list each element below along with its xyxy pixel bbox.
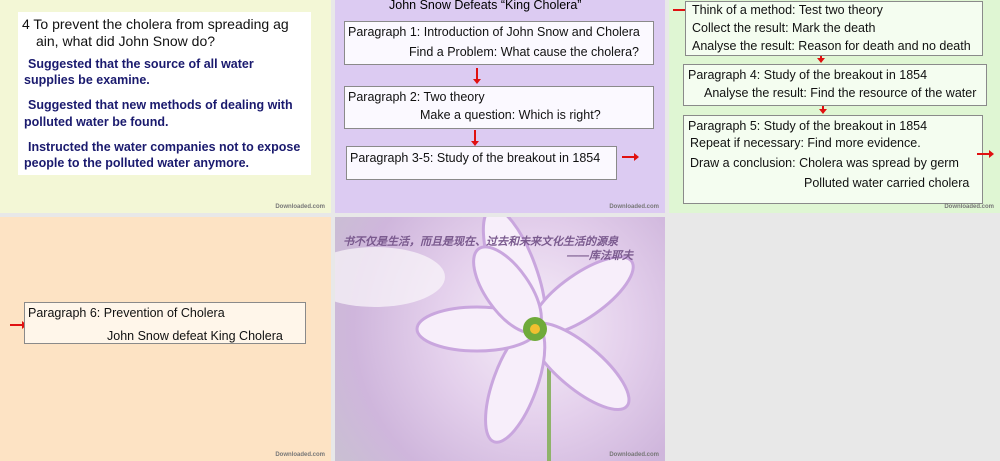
box-text: Paragraph 5: Study of the breakout in 18…: [688, 119, 928, 133]
arrow-right-icon: [622, 153, 639, 161]
flow-box: Paragraph 5: Study of the breakout in 18…: [683, 115, 983, 204]
box-text: Paragraph 6: Prevention of Cholera: [28, 306, 225, 320]
box-text: Analyse the result: Reason for death and…: [692, 39, 971, 53]
arrow-down-icon: [817, 56, 825, 63]
box-text: Polluted water carried cholera: [804, 176, 970, 190]
watermark: Downloaded.com: [275, 204, 325, 210]
box-text: Paragraph 2: Two theory: [348, 90, 485, 104]
arrow-down-icon: [471, 130, 479, 146]
question-line: 4 To prevent the cholera from spreading …: [22, 16, 289, 32]
flow-box: Paragraph 3-5: Study of the breakout in …: [346, 146, 617, 180]
flow-box: Paragraph 4: Study of the breakout in 18…: [683, 64, 987, 106]
watermark: Downloaded.com: [609, 452, 659, 458]
arrow-down-icon: [819, 106, 827, 114]
box-text: Find a Problem: What cause the cholera?: [409, 45, 639, 59]
quote-author: ——库法耶夫: [567, 250, 633, 262]
box-text: Paragraph 3-5: Study of the breakout in …: [350, 151, 601, 165]
box-text: Collect the result: Mark the death: [692, 21, 876, 35]
box-text: John Snow defeat King Cholera: [107, 329, 283, 343]
arrow-right-icon: [977, 150, 994, 158]
slide-thumbnail-1[interactable]: 4 To prevent the cholera from spreading …: [0, 0, 331, 213]
box-text: Think of a method: Test two theory: [692, 3, 883, 17]
flow-box: Paragraph 6: Prevention of Cholera John …: [24, 302, 306, 344]
box-text: Paragraph 1: Introduction of John Snow a…: [348, 25, 640, 39]
slide-thumbnail-3[interactable]: Think of a method: Test two theory Colle…: [669, 0, 1000, 213]
answer-text: Instructed the water companies not to ex…: [28, 140, 301, 154]
box-text: Paragraph 4: Study of the breakout in 18…: [688, 68, 928, 82]
slide-thumbnail-2[interactable]: John Snow Defeats “King Cholera” Paragra…: [335, 0, 665, 213]
answer-text: Suggested that the source of all water: [28, 57, 254, 71]
answer-text: supplies be examine.: [24, 73, 150, 87]
slide-title: John Snow Defeats “King Cholera”: [389, 0, 582, 12]
arrow-down-icon: [473, 68, 481, 84]
answer-text: polluted water be found.: [24, 115, 169, 129]
flow-box: Think of a method: Test two theory Colle…: [685, 1, 983, 56]
answer-panel: 4 To prevent the cholera from spreading …: [18, 12, 311, 175]
box-text: Analyse the result: Find the resource of…: [704, 86, 977, 100]
question-line: ain, what did John Snow do?: [36, 33, 216, 49]
flow-box: Paragraph 2: Two theory Make a question:…: [344, 86, 654, 129]
box-text: Repeat if necessary: Find more evidence.: [690, 136, 921, 150]
watermark: Downloaded.com: [275, 452, 325, 458]
box-text: Make a question: Which is right?: [420, 108, 601, 122]
arrow-right-icon: [673, 6, 690, 14]
answer-text: Suggested that new methods of dealing wi…: [28, 98, 293, 112]
slide-thumbnail-5[interactable]: 书不仅是生活，而且是现在、过去和未来文化生活的源泉 ——库法耶夫 Downloa…: [335, 217, 665, 461]
arrow-right-icon: [10, 321, 27, 329]
watermark: Downloaded.com: [609, 204, 659, 210]
slide-thumbnail-4[interactable]: Paragraph 6: Prevention of Cholera John …: [0, 217, 331, 461]
flow-box: Paragraph 1: Introduction of John Snow a…: [344, 21, 654, 65]
answer-text: people to the polluted water anymore.: [24, 156, 250, 170]
watermark: Downloaded.com: [944, 204, 994, 210]
box-text: Draw a conclusion: Cholera was spread by…: [690, 156, 959, 170]
